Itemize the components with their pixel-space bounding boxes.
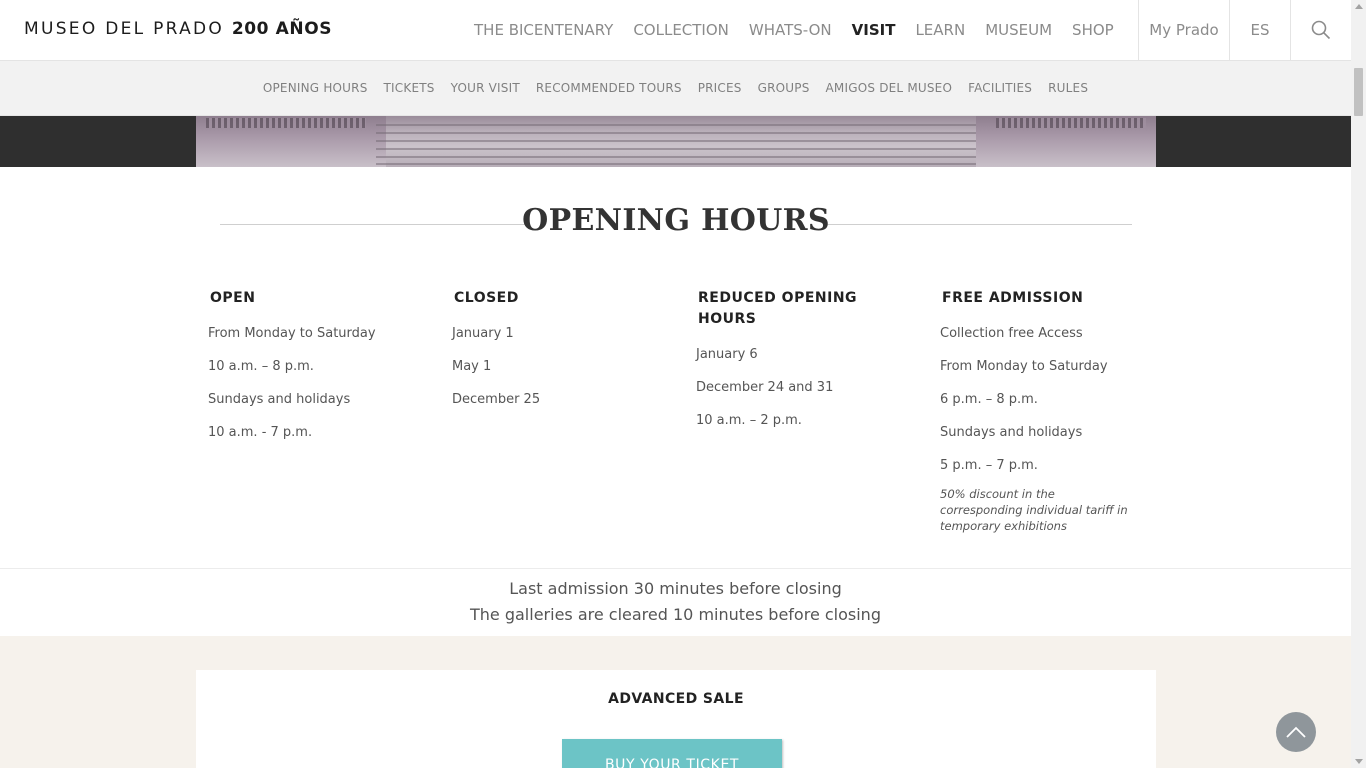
nav-item-visit[interactable]: VISIT bbox=[842, 21, 906, 39]
closed-line: May 1 bbox=[452, 359, 492, 374]
nav-item-museum[interactable]: MUSEUM bbox=[975, 21, 1062, 39]
open-column: OPEN From Monday to Saturday 10 a.m. – 8… bbox=[208, 288, 408, 441]
reduced-line: 10 a.m. – 2 p.m. bbox=[696, 413, 802, 428]
scrollbar-thumb[interactable] bbox=[1354, 68, 1363, 116]
galleries-cleared-note: The galleries are cleared 10 minutes bef… bbox=[470, 605, 881, 624]
free-admission-heading: FREE ADMISSION bbox=[942, 290, 1084, 306]
closed-line: December 25 bbox=[452, 392, 541, 407]
main-nav: THE BICENTENARY COLLECTION WHATS-ON VISI… bbox=[464, 0, 1124, 60]
subnav-item-opening-hours[interactable]: OPENING HOURS bbox=[255, 81, 376, 95]
reduced-line: December 24 and 31 bbox=[696, 380, 834, 395]
nav-item-collection[interactable]: COLLECTION bbox=[623, 21, 739, 39]
visit-subnav: OPENING HOURS TICKETS YOUR VISIT RECOMME… bbox=[0, 61, 1351, 116]
chevron-up-icon bbox=[1286, 726, 1306, 738]
nav-item-shop[interactable]: SHOP bbox=[1062, 21, 1124, 39]
free-line: From Monday to Saturday bbox=[940, 359, 1108, 374]
search-icon bbox=[1311, 20, 1331, 40]
free-admission-column: FREE ADMISSION Collection free Access Fr… bbox=[940, 288, 1140, 534]
free-line: 6 p.m. – 8 p.m. bbox=[940, 392, 1038, 407]
subnav-item-groups[interactable]: GROUPS bbox=[750, 81, 818, 95]
nav-item-learn[interactable]: LEARN bbox=[905, 21, 975, 39]
page-scrollbar[interactable] bbox=[1351, 0, 1366, 768]
buy-ticket-button[interactable]: BUY YOUR TICKET bbox=[562, 739, 782, 768]
search-button[interactable] bbox=[1290, 0, 1351, 60]
closed-line: January 1 bbox=[452, 326, 514, 341]
reduced-hours-heading: REDUCED OPENING HOURS bbox=[698, 290, 858, 327]
scroll-up-arrow-icon[interactable] bbox=[1354, 4, 1363, 9]
subnav-item-facilities[interactable]: FACILITIES bbox=[960, 81, 1040, 95]
reduced-line: January 6 bbox=[696, 347, 758, 362]
subnav-item-amigos[interactable]: AMIGOS DEL MUSEO bbox=[818, 81, 961, 95]
hero-staircase-image bbox=[196, 116, 1156, 167]
language-switch[interactable]: ES bbox=[1229, 0, 1290, 60]
nav-item-bicentenary[interactable]: THE BICENTENARY bbox=[464, 21, 623, 39]
scroll-down-arrow-icon[interactable] bbox=[1354, 759, 1363, 764]
nav-item-whats-on[interactable]: WHATS-ON bbox=[739, 21, 842, 39]
closing-notes: Last admission 30 minutes before closing… bbox=[0, 568, 1351, 636]
free-line: Sundays and holidays bbox=[940, 425, 1083, 440]
open-heading: OPEN bbox=[210, 290, 256, 306]
open-line: From Monday to Saturday bbox=[208, 326, 376, 341]
hero-band bbox=[0, 116, 1351, 167]
site-header: MUSEO DEL PRADO 200 AÑOS THE BICENTENARY… bbox=[0, 0, 1351, 61]
free-line: 5 p.m. – 7 p.m. bbox=[940, 458, 1038, 473]
logo-bold-text: 200 AÑOS bbox=[231, 19, 333, 39]
my-prado-link[interactable]: My Prado bbox=[1138, 0, 1229, 60]
discount-note: 50% discount in the corresponding indivi… bbox=[940, 487, 1128, 533]
subnav-item-rules[interactable]: RULES bbox=[1040, 81, 1096, 95]
reduced-hours-column: REDUCED OPENING HOURS January 6 December… bbox=[696, 288, 876, 429]
open-line: 10 a.m. - 7 p.m. bbox=[208, 425, 313, 440]
sale-title: ADVANCED SALE bbox=[608, 691, 744, 707]
subnav-item-prices[interactable]: PRICES bbox=[690, 81, 750, 95]
closed-heading: CLOSED bbox=[454, 290, 519, 306]
site-logo[interactable]: MUSEO DEL PRADO 200 AÑOS bbox=[24, 19, 332, 39]
open-line: Sundays and holidays bbox=[208, 392, 351, 407]
closed-column: CLOSED January 1 May 1 December 25 bbox=[452, 288, 652, 408]
page-title: OPENING HOURS bbox=[522, 203, 830, 238]
subnav-item-your-visit[interactable]: YOUR VISIT bbox=[443, 81, 528, 95]
header-utilities: My Prado ES bbox=[1138, 0, 1351, 60]
scroll-top-button[interactable] bbox=[1276, 712, 1316, 752]
last-admission-note: Last admission 30 minutes before closing bbox=[509, 579, 842, 598]
free-line: Collection free Access bbox=[940, 326, 1083, 341]
sale-card: ADVANCED SALE BUY YOUR TICKET bbox=[196, 670, 1156, 768]
open-line: 10 a.m. – 8 p.m. bbox=[208, 359, 314, 374]
logo-text: MUSEO DEL PRADO bbox=[24, 19, 225, 39]
subnav-item-tickets[interactable]: TICKETS bbox=[376, 81, 443, 95]
section-header: OPENING HOURS bbox=[220, 200, 1132, 248]
subnav-item-recommended-tours[interactable]: RECOMMENDED TOURS bbox=[528, 81, 690, 95]
